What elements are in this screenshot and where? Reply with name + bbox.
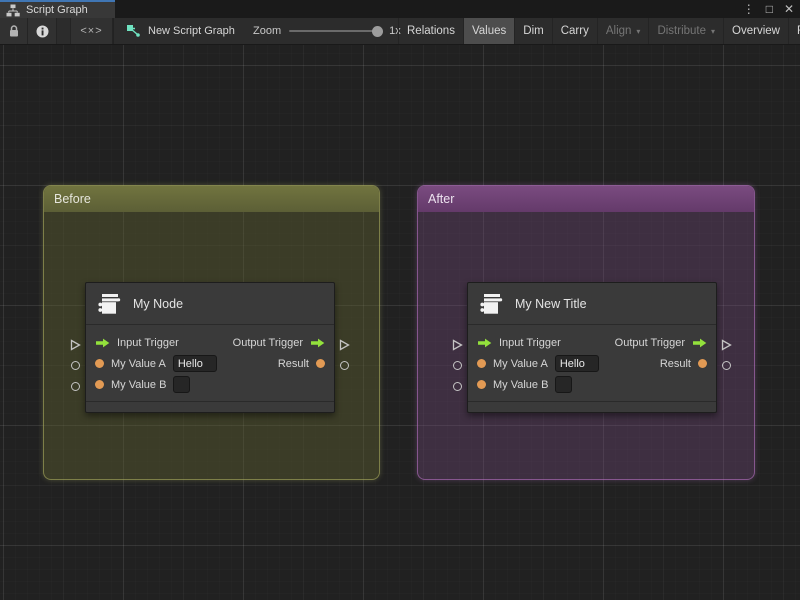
align-dropdown[interactable]: Align ▾ [596,18,649,44]
dim-button[interactable]: Dim [514,18,551,44]
window-maximize-icon[interactable]: □ [766,0,773,18]
group-after-title: After [428,192,455,206]
script-graph-asset-icon [126,24,141,38]
value-a-port-icon[interactable] [477,359,486,368]
zoom-slider-handle[interactable] [372,25,384,37]
distribute-dropdown[interactable]: Distribute ▾ [648,18,723,44]
input-trigger-port-icon[interactable] [477,338,492,348]
full-screen-button[interactable]: Full Screen [787,18,800,44]
zoom-label: Zoom [253,25,282,37]
group-after-header[interactable]: After [418,186,754,212]
values-button[interactable]: Values [462,18,515,44]
input-trigger-port-icon[interactable] [95,338,110,348]
node-header[interactable]: My New Title [468,283,716,325]
value-b-port-icon[interactable] [477,380,486,389]
external-result-icon[interactable] [340,361,349,370]
external-value-b-icon[interactable] [71,382,80,391]
info-button[interactable] [28,18,57,44]
external-output-trigger-icon[interactable] [721,339,732,351]
external-input-trigger-icon[interactable] [70,339,81,351]
graph-asset-breadcrumb[interactable]: New Script Graph [126,18,235,44]
external-value-a-icon[interactable] [71,361,80,370]
trigger-port-row: Input Trigger Output Trigger [468,332,716,353]
value-b-port-row: My Value B [86,374,334,395]
node-footer [86,401,334,412]
graph-asset-name: New Script Graph [148,25,235,37]
external-output-trigger-icon[interactable] [339,339,350,351]
group-before-title: Before [54,192,91,206]
window-close-icon[interactable]: ✕ [784,0,794,18]
graph-toolbar: <×> New Script Graph Zoom 1x Relations V… [0,18,800,45]
graph-tree-icon [6,4,20,17]
output-trigger-port-icon[interactable] [692,338,707,348]
relations-button[interactable]: Relations [398,18,463,44]
value-a-port-row: My Value A Result [86,353,334,374]
value-b-input[interactable] [555,376,573,393]
node-my-new-title[interactable]: My New Title Input Trigger Output Trigge… [452,282,732,413]
value-b-port-icon[interactable] [95,380,104,389]
trigger-port-row: Input Trigger Output Trigger [86,332,334,353]
script-graph-window: Script Graph ⋮ □ ✕ <×> New Script Graph … [0,0,800,600]
unit-icon [95,290,123,318]
external-result-icon[interactable] [722,361,731,370]
caret-down-icon: ▾ [636,26,641,36]
unit-icon [477,290,505,318]
window-menu-icon[interactable]: ⋮ [743,0,755,18]
carry-button[interactable]: Carry [551,18,597,44]
external-input-trigger-icon[interactable] [452,339,463,351]
output-trigger-port-icon[interactable] [310,338,325,348]
lock-button[interactable] [0,18,28,44]
node-title: My Node [133,296,184,311]
node-my-node[interactable]: My Node Input Trigger Output Trigger My … [70,282,350,413]
result-port-icon[interactable] [698,359,707,368]
node-footer [468,401,716,412]
tab-title: Script Graph [26,4,88,16]
value-a-port-icon[interactable] [95,359,104,368]
tab-bar: Script Graph ⋮ □ ✕ [0,0,800,18]
group-before-header[interactable]: Before [44,186,379,212]
value-a-input[interactable] [172,355,217,372]
node-title: My New Title [515,296,587,311]
toolbar-divider [113,18,114,44]
external-value-a-icon[interactable] [453,361,462,370]
tab-script-graph[interactable]: Script Graph [0,0,115,18]
code-preview-button[interactable]: <×> [70,18,113,44]
overview-button[interactable]: Overview [723,18,788,44]
toolbar-toggle-buttons: Relations Values Dim Carry Align ▾ Distr… [398,18,800,44]
lock-icon [8,24,20,38]
value-b-input[interactable] [173,376,191,393]
graph-canvas[interactable]: Before After My Node Input Trigger Outpu… [0,45,800,600]
code-icon: <×> [80,25,103,37]
external-value-b-icon[interactable] [453,382,462,391]
info-icon [36,25,49,38]
value-a-input[interactable] [554,355,599,372]
zoom-slider[interactable] [289,25,384,37]
result-port-icon[interactable] [316,359,325,368]
value-b-port-row: My Value B [468,374,716,395]
node-header[interactable]: My Node [86,283,334,325]
caret-down-icon: ▾ [711,26,716,36]
value-a-port-row: My Value A Result [468,353,716,374]
